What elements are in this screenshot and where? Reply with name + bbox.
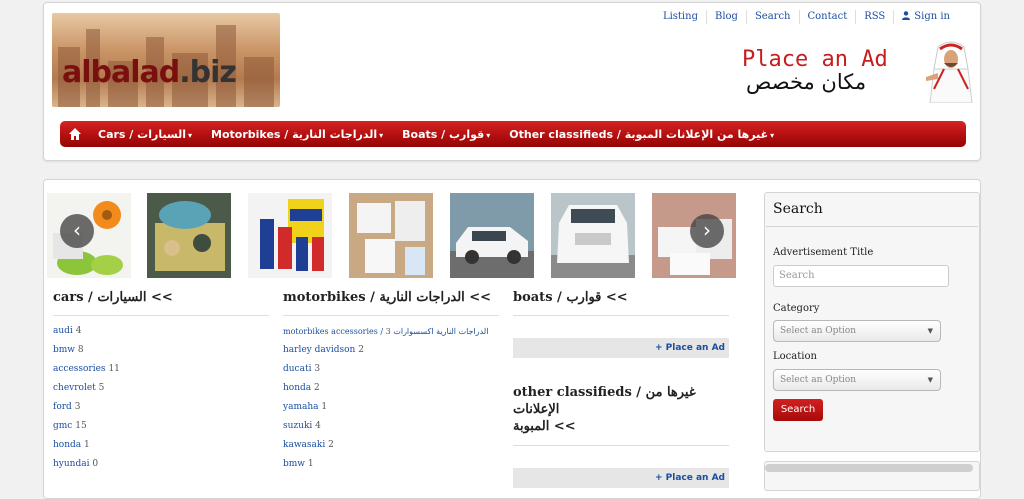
carousel-slide-6[interactable] [551,193,635,278]
toplink-rss[interactable]: RSS [855,10,893,24]
chevron-down-icon: ▾ [770,130,775,140]
secondary-panel [764,461,980,491]
category-select[interactable]: Select an Option ▼ [773,320,941,342]
nav-cars[interactable]: Cars / السيارات ▾ [98,128,192,141]
list-item[interactable]: suzuki 4 [283,417,499,436]
place-ad-button-other[interactable]: + Place an Ad [513,468,729,488]
list-item[interactable]: honda 2 [283,379,499,398]
column-title[interactable]: cars / السيارات << [53,290,269,316]
search-panel-title: Search [773,201,823,217]
column-title[interactable]: boats / قوارب << [513,290,729,316]
category-column-cars: cars / السيارات << audi 4 bmw 8 accessor… [53,290,269,474]
list-item[interactable]: hyundai 0 [53,455,269,474]
carousel-slide-3[interactable] [248,193,332,278]
list-item[interactable]: motorbikes accessories / الدراجات الناري… [283,322,499,341]
main-nav: Cars / السيارات ▾ Motorbikes / الدراجات ا… [60,121,966,147]
carousel-next-button[interactable]: › [690,214,724,248]
column-title[interactable]: motorbikes / الدراجات النارية << [283,290,499,316]
nav-motorbikes[interactable]: Motorbikes / الدراجات النارية ▾ [211,128,383,141]
place-ad-banner[interactable]: Place an Ad مكان مخصص [742,47,902,94]
ad-title-label: Advertisement Title [773,247,874,258]
category-label: Category [773,303,820,314]
nav-boats[interactable]: Boats / قوارب ▾ [402,128,490,141]
location-select[interactable]: Select an Option ▼ [773,369,941,391]
panel-scrollbar[interactable] [765,464,973,472]
list-item[interactable]: kawasaki 2 [283,436,499,455]
toplink-listing[interactable]: Listing [655,10,706,24]
list-item[interactable]: gmc 15 [53,417,269,436]
place-ad-button[interactable]: + Place an Ad [513,338,729,358]
dropdown-arrow-icon: ▼ [927,376,933,384]
list-item[interactable]: bmw 8 [53,341,269,360]
list-item[interactable]: chevrolet 5 [53,379,269,398]
subcategory-list: audi 4 bmw 8 accessories 11 chevrolet 5 … [53,322,269,474]
site-header: albalad.biz Listing Blog Search Contact … [43,2,981,161]
search-panel: Search Advertisement Title Search Catego… [764,192,980,452]
list-item[interactable]: audi 4 [53,322,269,341]
signin-label: Sign in [914,11,950,22]
list-item[interactable]: accessories 11 [53,360,269,379]
chevron-down-icon: ▾ [486,130,491,140]
list-item[interactable]: harley davidson 2 [283,341,499,360]
category-column-motorbikes: motorbikes / الدراجات النارية << motorbi… [283,290,499,474]
subcategory-list: motorbikes accessories / الدراجات الناري… [283,322,499,474]
list-item[interactable]: bmw 1 [283,455,499,474]
logo-text: albalad.biz [62,55,237,90]
user-icon [902,11,911,20]
category-column-boats-other: boats / قوارب << + Place an Ad other cla… [513,290,729,488]
toplink-signin[interactable]: Sign in [893,10,958,24]
divider [766,226,978,227]
place-ad-en: Place an Ad [742,47,888,72]
toplink-blog[interactable]: Blog [705,10,746,24]
search-input[interactable]: Search [773,265,949,287]
list-item[interactable]: ford 3 [53,398,269,417]
toplink-contact[interactable]: Contact [798,10,856,24]
nav-other[interactable]: Other classifieds / غيرها من الإعلانات ا… [509,128,774,141]
carousel-prev-button[interactable]: ‹ [60,214,94,248]
list-item[interactable]: yamaha 1 [283,398,499,417]
dropdown-arrow-icon: ▼ [927,327,933,335]
location-label: Location [773,351,817,362]
column-title-other[interactable]: other classifieds / غيرها من الإعلانات ال… [513,384,729,446]
carousel-slide-5[interactable] [450,193,534,278]
chevron-down-icon: ▾ [379,130,384,140]
toplink-search[interactable]: Search [745,10,799,24]
search-button[interactable]: Search [773,399,823,421]
arab-man-illustration [926,41,973,103]
place-ad-ar: مكان مخصص [746,70,867,94]
image-carousel: ‹ › [47,193,740,278]
list-item[interactable]: honda 1 [53,436,269,455]
chevron-down-icon: ▾ [188,130,193,140]
site-logo[interactable]: albalad.biz [52,13,280,107]
carousel-slide-2[interactable] [147,193,231,278]
carousel-slide-4[interactable] [349,193,433,278]
list-item[interactable]: ducati 3 [283,360,499,379]
top-links: Listing Blog Search Contact RSS Sign in [655,10,958,24]
home-icon[interactable] [68,127,82,141]
